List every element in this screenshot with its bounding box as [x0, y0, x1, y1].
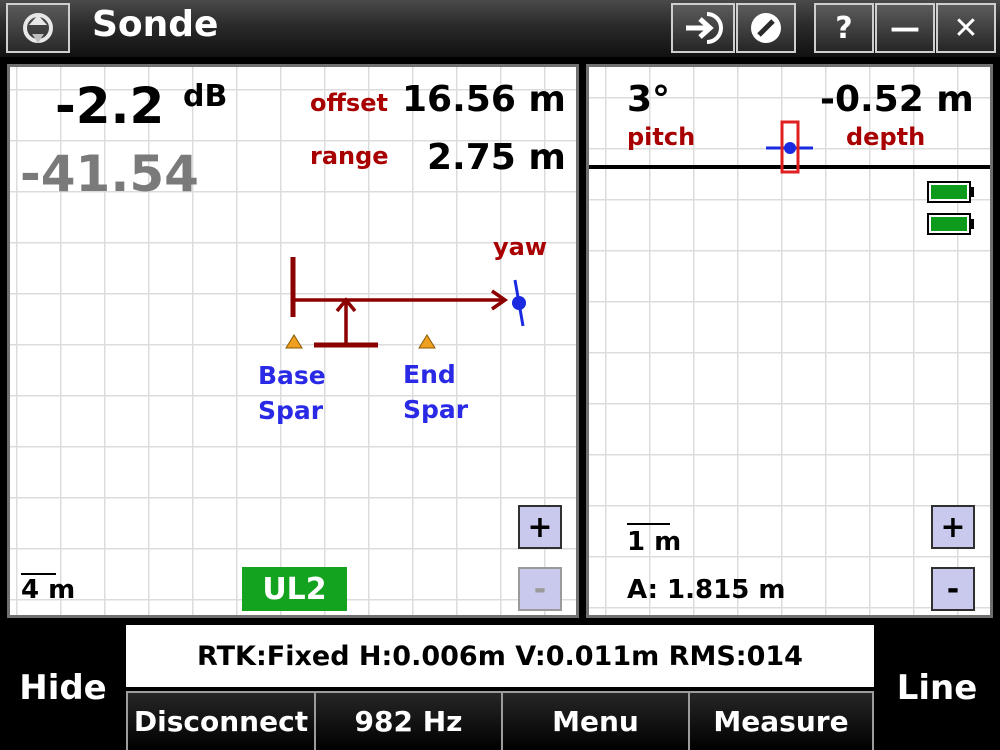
locator-plan-view: -2.2 dB -41.54 offset 16.56 m range 2.75…: [7, 64, 579, 618]
hide-button[interactable]: Hide: [0, 625, 126, 750]
locator-arrows: [290, 257, 509, 348]
battery-icon: [927, 181, 974, 203]
depth-profile-view: 3° pitch -0.52 m depth 1 m A: 1.815 m + …: [586, 64, 993, 618]
help-button[interactable]: ?: [814, 3, 874, 53]
line-button[interactable]: Line: [874, 625, 1000, 750]
disconnect-button[interactable]: Disconnect: [126, 691, 314, 750]
battery-icon: [927, 213, 974, 235]
depth-zoom-out-button[interactable]: -: [931, 567, 975, 611]
scale-label: 4 m: [21, 575, 76, 605]
login-arrow-icon: [686, 12, 723, 44]
gnss-status: RTK:Fixed H:0.006m V:0.011m RMS:014: [126, 625, 874, 687]
depth-zoom-in-button[interactable]: +: [931, 505, 975, 549]
zoom-in-button[interactable]: +: [518, 505, 562, 549]
close-button[interactable]: ✕: [936, 3, 996, 53]
minimize-button[interactable]: —: [875, 3, 935, 53]
base-spar-label-line2: Spar: [258, 396, 324, 425]
depth-scale-bar: [627, 523, 670, 525]
window-title: Sonde: [92, 4, 219, 45]
depth-scale-label: 1 m: [627, 527, 682, 557]
end-spar-label-line2: Spar: [403, 395, 469, 424]
sonde-yaw-icon: [512, 279, 526, 327]
zoom-out-button[interactable]: -: [518, 567, 562, 611]
mode-badge: UL2: [242, 567, 347, 611]
title-bar: Sonde ? — ✕: [0, 0, 1000, 57]
locator-diagram: [285, 257, 526, 349]
base-spar-marker-icon: [285, 334, 303, 349]
bottom-bar: Hide RTK:Fixed H:0.006m V:0.011m RMS:014…: [0, 625, 1000, 750]
frequency-button[interactable]: 982 Hz: [314, 691, 501, 750]
menu-button[interactable]: Menu: [501, 691, 688, 750]
cancel-button[interactable]: [736, 3, 796, 53]
connect-button[interactable]: [671, 3, 735, 53]
no-entry-icon: [751, 13, 781, 43]
end-spar-marker-icon: [418, 334, 436, 349]
antenna-height: A: 1.815 m: [627, 575, 786, 605]
app-logo-icon[interactable]: [6, 3, 70, 53]
base-spar-label-line1: Base: [258, 361, 326, 390]
measure-button[interactable]: Measure: [688, 691, 874, 750]
sonde-pitch-icon: [766, 120, 813, 174]
end-spar-label-line1: End: [403, 360, 456, 389]
